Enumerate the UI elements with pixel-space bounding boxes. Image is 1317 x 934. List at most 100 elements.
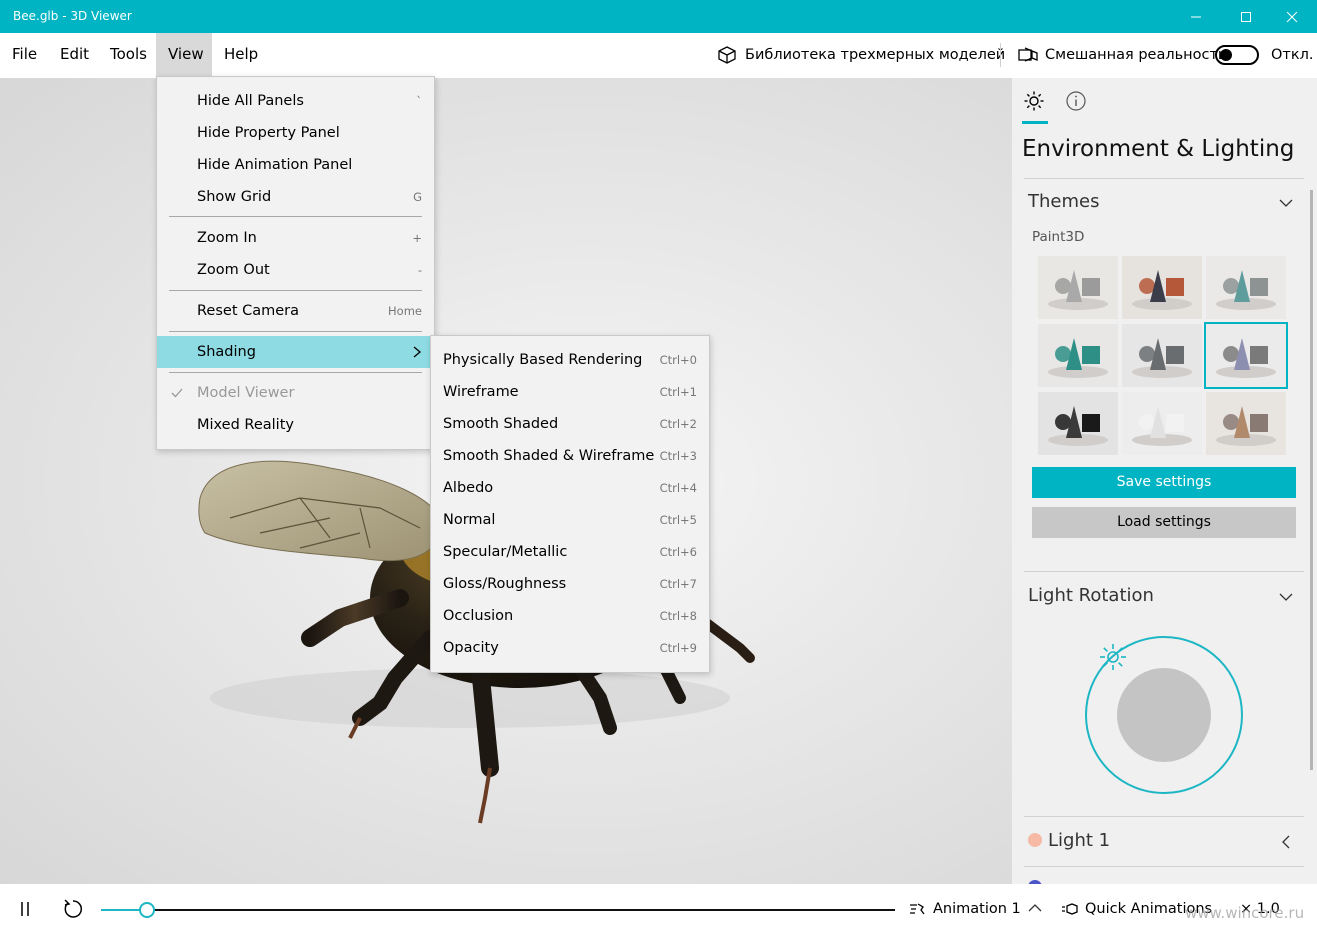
shading-item-smooth-shaded-wireframe[interactable]: Smooth Shaded & Wireframe Ctrl+3 — [431, 440, 709, 472]
menu-item-label: Hide Animation Panel — [197, 157, 353, 173]
theme-preview-image — [1206, 324, 1286, 387]
menu-view[interactable]: View — [156, 33, 212, 76]
menu-item-label: Zoom Out — [197, 262, 270, 278]
menu-separator — [169, 290, 422, 291]
theme-thumbnail[interactable] — [1204, 322, 1288, 389]
theme-thumbnail[interactable] — [1206, 392, 1286, 455]
info-icon — [1066, 91, 1086, 111]
theme-thumbnail[interactable] — [1038, 324, 1118, 387]
mixed-reality-icon — [1018, 46, 1038, 62]
menu-item-shortcut: Ctrl+2 — [659, 417, 697, 431]
menu-item-hide-property-panel[interactable]: Hide Property Panel — [157, 117, 434, 149]
theme-preview-image — [1038, 392, 1118, 455]
toggle-switch[interactable] — [1215, 44, 1259, 65]
light-1-color-swatch[interactable] — [1028, 833, 1042, 847]
theme-thumbnail[interactable] — [1122, 324, 1202, 387]
panel-divider — [1024, 866, 1304, 867]
menu-item-label: Shading — [197, 344, 256, 360]
chevron-down-icon[interactable] — [1278, 195, 1294, 211]
theme-thumbnail[interactable] — [1122, 256, 1202, 319]
shading-item-smooth-shaded[interactable]: Smooth Shaded Ctrl+2 — [431, 408, 709, 440]
load-settings-button[interactable]: Load settings — [1032, 507, 1296, 538]
light-1-label[interactable]: Light 1 — [1048, 830, 1110, 851]
menu-item-shortcut: Ctrl+7 — [659, 577, 697, 591]
theme-preview-image — [1122, 256, 1202, 319]
panel-divider — [1024, 816, 1304, 817]
theme-preview-image — [1122, 392, 1202, 455]
quick-animations-icon — [1062, 903, 1078, 915]
menu-item-label: Reset Camera — [197, 303, 300, 319]
menu-tools[interactable]: Tools — [98, 33, 159, 76]
shading-item-wireframe[interactable]: Wireframe Ctrl+1 — [431, 376, 709, 408]
theme-group-label: Paint3D — [1032, 229, 1085, 245]
menu-item-shortcut: - — [417, 263, 422, 277]
shading-item-specular-metallic[interactable]: Specular/Metallic Ctrl+6 — [431, 536, 709, 568]
menu-item-hide-all-panels[interactable]: Hide All Panels ` — [157, 85, 434, 117]
timeline-thumb[interactable] — [139, 902, 155, 918]
shading-submenu: Physically Based Rendering Ctrl+0 Wirefr… — [430, 335, 710, 673]
light-rotation-header[interactable]: Light Rotation — [1028, 585, 1154, 606]
menu-separator — [169, 216, 422, 217]
checkmark-icon — [171, 388, 183, 398]
animation-icon — [910, 903, 925, 915]
menu-edit[interactable]: Edit — [48, 33, 101, 76]
menu-item-zoom-out[interactable]: Zoom Out - — [157, 254, 434, 286]
pause-icon[interactable] — [18, 901, 32, 917]
menu-item-label: Gloss/Roughness — [443, 576, 567, 592]
minimize-button[interactable] — [1171, 0, 1221, 33]
panel-heading: Environment & Lighting — [1022, 136, 1295, 162]
menu-item-shortcut: ` — [416, 94, 422, 108]
shading-item-opacity[interactable]: Opacity Ctrl+9 — [431, 632, 709, 664]
theme-thumbnail[interactable] — [1038, 392, 1118, 455]
menu-item-hide-animation-panel[interactable]: Hide Animation Panel — [157, 149, 434, 181]
shading-item-normal[interactable]: Normal Ctrl+5 — [431, 504, 709, 536]
menu-item-label: Occlusion — [443, 608, 514, 624]
shading-item-albedo[interactable]: Albedo Ctrl+4 — [431, 472, 709, 504]
library-button[interactable]: Библиотека трехмерных моделей — [716, 33, 1005, 76]
light-direction-sun-icon[interactable] — [1098, 642, 1128, 672]
menu-item-model-viewer[interactable]: Model Viewer — [157, 377, 434, 409]
animation-selector[interactable]: Animation 1 — [933, 901, 1021, 917]
shading-item-gloss-roughness[interactable]: Gloss/Roughness Ctrl+7 — [431, 568, 709, 600]
close-button[interactable] — [1267, 0, 1317, 33]
menu-item-shortcut: Ctrl+4 — [659, 481, 697, 495]
tab-environment-lighting[interactable] — [1020, 88, 1048, 124]
menu-item-label: Smooth Shaded & Wireframe — [443, 448, 655, 464]
menu-item-shortcut: + — [412, 231, 422, 245]
menu-item-zoom-in[interactable]: Zoom In + — [157, 222, 434, 254]
shading-item-occlusion[interactable]: Occlusion Ctrl+8 — [431, 600, 709, 632]
mixed-reality-label: Смешанная реальность — [1045, 46, 1227, 63]
menu-item-label: Mixed Reality — [197, 417, 294, 433]
menu-item-shortcut: G — [413, 190, 422, 204]
menu-item-shortcut: Ctrl+0 — [659, 353, 697, 367]
menu-item-label: Physically Based Rendering — [443, 352, 643, 368]
menu-separator — [169, 372, 422, 373]
shading-item-pbr[interactable]: Physically Based Rendering Ctrl+0 — [431, 344, 709, 376]
save-settings-button[interactable]: Save settings — [1032, 467, 1296, 498]
timeline-track[interactable] — [101, 909, 895, 911]
menu-item-show-grid[interactable]: Show Grid G — [157, 181, 434, 213]
menu-item-label: Specular/Metallic — [443, 544, 568, 560]
tab-info[interactable] — [1062, 88, 1090, 114]
menu-help[interactable]: Help — [212, 33, 270, 76]
window-title: Bee.glb - 3D Viewer — [13, 9, 132, 23]
theme-thumbnail[interactable] — [1206, 256, 1286, 319]
chevron-left-icon[interactable] — [1278, 834, 1294, 850]
replay-icon[interactable] — [62, 898, 84, 920]
chevron-up-icon[interactable] — [1028, 902, 1042, 914]
menu-file[interactable]: File — [0, 33, 49, 76]
menu-item-shading[interactable]: Shading — [157, 336, 434, 368]
menu-item-mixed-reality[interactable]: Mixed Reality — [157, 409, 434, 441]
menu-item-reset-camera[interactable]: Reset Camera Home — [157, 295, 434, 327]
panel-scrollbar[interactable] — [1310, 190, 1313, 770]
maximize-button[interactable] — [1221, 0, 1271, 33]
mixed-reality-button[interactable]: Смешанная реальность — [1017, 33, 1226, 76]
theme-thumbnail[interactable] — [1038, 256, 1118, 319]
theme-thumbnail[interactable] — [1122, 392, 1202, 455]
menu-separator — [169, 331, 422, 332]
chevron-down-icon[interactable] — [1278, 589, 1294, 605]
menu-item-label: Opacity — [443, 640, 499, 656]
themes-header[interactable]: Themes — [1028, 191, 1099, 212]
mixed-reality-toggle[interactable] — [1215, 33, 1259, 76]
toggle-state: Откл. — [1271, 46, 1314, 63]
